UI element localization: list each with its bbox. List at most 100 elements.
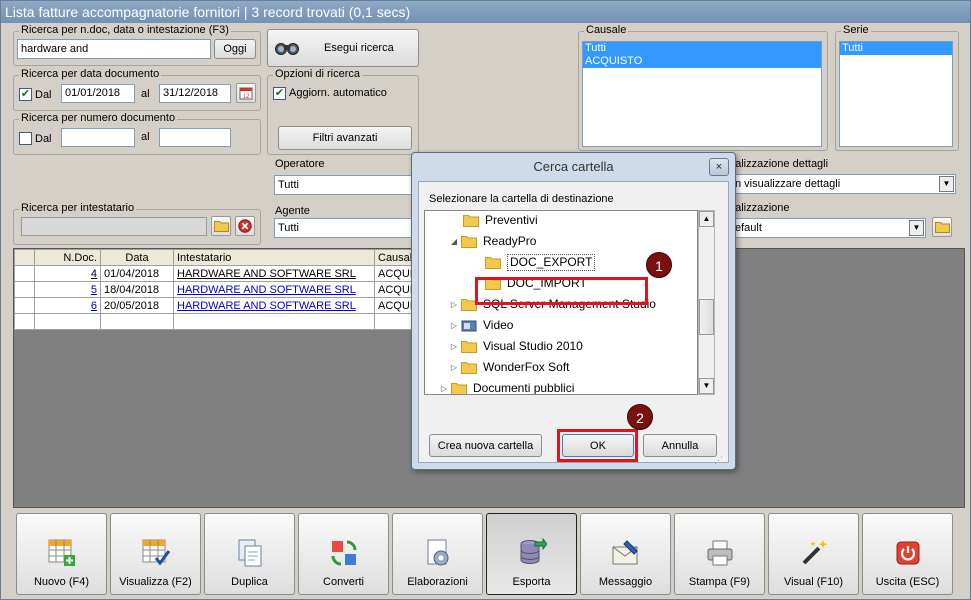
collapsed-arrow-icon[interactable]: ▷	[449, 336, 459, 357]
header-ndoc[interactable]: N.Doc.	[34, 249, 101, 266]
cell-ndoc[interactable]: 4	[34, 265, 101, 282]
collapsed-arrow-icon[interactable]: ▷	[449, 357, 459, 378]
folder-icon	[451, 383, 467, 394]
operator-select[interactable]: Tutti	[274, 175, 419, 195]
tree-item-documenti-pubblici[interactable]: ▷ Documenti pubblici	[441, 378, 574, 394]
cancel-button[interactable]: Annulla	[643, 434, 717, 457]
folder-icon	[461, 362, 477, 374]
folder-icon	[461, 341, 477, 353]
number-dal-checkbox[interactable]	[19, 132, 32, 145]
magic-wand-icon	[802, 540, 827, 565]
new-folder-button[interactable]: Crea nuova cartella	[429, 434, 542, 457]
tree-scrollbar[interactable]: ▲ ▼	[698, 210, 715, 395]
date-to-input[interactable]: 31/12/2018	[159, 84, 231, 103]
video-folder-icon	[461, 320, 477, 332]
cell-holder[interactable]: HARDWARE AND SOFTWARE SRL	[173, 297, 375, 314]
causale-option-acquisto[interactable]: ACQUISTO	[583, 55, 821, 68]
visual-button[interactable]: Visual (F10)	[768, 513, 859, 595]
scroll-thumb[interactable]	[699, 299, 714, 335]
number-from-input[interactable]	[61, 128, 135, 147]
holder-clear-button[interactable]	[235, 216, 255, 236]
table-row[interactable]: 5 18/04/2018 HARDWARE AND SOFTWARE SRL A…	[14, 281, 423, 298]
header-date[interactable]: Data	[100, 249, 174, 266]
collapsed-arrow-icon[interactable]: ▷	[439, 378, 449, 394]
cell-date: 18/04/2018	[100, 281, 174, 298]
view-value: efault	[735, 222, 762, 234]
cell-holder[interactable]: HARDWARE AND SOFTWARE SRL	[173, 281, 375, 298]
search-ndoc-input[interactable]: hardware and	[17, 39, 211, 59]
table-row[interactable]: 6 20/05/2018 HARDWARE AND SOFTWARE SRL A…	[14, 297, 423, 314]
message-button-label: Messaggio	[598, 576, 653, 588]
processing-button[interactable]: Elaborazioni	[392, 513, 483, 595]
advanced-filters-button[interactable]: Filtri avanzati	[278, 126, 412, 150]
date-dal-checkbox[interactable]: ✔	[19, 88, 32, 101]
print-button[interactable]: Stampa (F9)	[674, 513, 765, 595]
holder-link[interactable]: HARDWARE AND SOFTWARE SRL	[177, 284, 356, 296]
collapsed-arrow-icon[interactable]: ▷	[449, 315, 459, 336]
visual-button-label: Visual (F10)	[783, 576, 844, 588]
header-holder[interactable]: Intestatario	[173, 249, 375, 266]
tree-item-readypro[interactable]: ◢ ReadyPro	[451, 231, 536, 252]
export-button[interactable]: Esporta	[486, 513, 577, 595]
date-from-input[interactable]: 01/01/2018	[61, 84, 135, 103]
holder-browse-button[interactable]	[211, 216, 231, 236]
tree-item-wonderfox[interactable]: ▷ WonderFox Soft	[451, 357, 569, 378]
ndoc-link[interactable]: 4	[91, 268, 97, 280]
dialog-instruction: Selezionare la cartella di destinazione	[429, 193, 614, 205]
search-button[interactable]: Esegui ricerca	[267, 29, 419, 67]
folder-icon	[934, 222, 950, 233]
auto-update-checkbox[interactable]: ✔	[273, 87, 286, 100]
holder-link[interactable]: HARDWARE AND SOFTWARE SRL	[177, 268, 356, 280]
cell-ndoc[interactable]: 5	[34, 281, 101, 298]
tree-item-preventivi[interactable]: Preventivi	[463, 211, 538, 231]
causale-title: Causale	[584, 24, 629, 36]
cell-ndoc[interactable]: 6	[34, 297, 101, 314]
svg-text:12: 12	[243, 94, 250, 100]
cell-holder[interactable]: HARDWARE AND SOFTWARE SRL	[173, 265, 375, 282]
number-to-input[interactable]	[159, 128, 231, 147]
ndoc-link[interactable]: 6	[91, 300, 97, 312]
processing-icon	[427, 539, 448, 566]
ndoc-link[interactable]: 5	[91, 284, 97, 296]
collapsed-arrow-icon[interactable]: ▷	[449, 294, 459, 315]
search-date-title: Ricerca per data documento	[19, 68, 162, 80]
expanded-arrow-icon[interactable]: ◢	[449, 231, 459, 252]
dialog-close-button[interactable]: ×	[709, 158, 729, 176]
holder-link[interactable]: HARDWARE AND SOFTWARE SRL	[177, 300, 356, 312]
resize-grip-icon[interactable]: ⋰	[714, 455, 723, 466]
row-indicator	[14, 281, 35, 298]
agent-select[interactable]: Tutti	[274, 218, 419, 238]
view-button[interactable]: Visualizza (F2)	[110, 513, 201, 595]
scroll-down-icon[interactable]: ▼	[699, 378, 714, 394]
row-indicator	[14, 297, 35, 314]
new-button-label: Nuovo (F4)	[33, 576, 90, 588]
causale-listbox[interactable]: Tutti ACQUISTO	[582, 41, 822, 147]
processing-button-label: Elaborazioni	[407, 576, 468, 588]
view-grid-icon	[142, 539, 170, 566]
convert-button[interactable]: Converti	[298, 513, 389, 595]
view-folder-button[interactable]	[932, 217, 952, 237]
today-button[interactable]: Oggi	[214, 39, 256, 59]
scroll-up-icon[interactable]: ▲	[699, 211, 714, 227]
serie-option-tutti[interactable]: Tutti	[840, 42, 952, 55]
calendar-button[interactable]: 12	[236, 83, 256, 103]
table-row[interactable]: 4 01/04/2018 HARDWARE AND SOFTWARE SRL A…	[14, 265, 423, 282]
view-select[interactable]: efault ▼	[721, 218, 926, 238]
duplicate-button[interactable]: Duplica	[204, 513, 295, 595]
binoculars-icon	[275, 43, 299, 55]
duplicate-button-label: Duplica	[231, 576, 268, 588]
exit-button[interactable]: Uscita (ESC)	[862, 513, 953, 595]
new-button[interactable]: Nuovo (F4)	[16, 513, 107, 595]
date-dal-label: Dal	[35, 89, 52, 101]
tree-item-visual-studio[interactable]: ▷ Visual Studio 2010	[451, 336, 583, 357]
search-ndoc-title: Ricerca per n.doc, data o intestazione (…	[19, 24, 231, 36]
number-al-label: al	[141, 131, 150, 143]
serie-listbox[interactable]: Tutti	[839, 41, 953, 147]
tree-item-video[interactable]: ▷ Video	[451, 315, 514, 336]
causale-option-tutti[interactable]: Tutti	[583, 42, 821, 55]
envelope-icon	[612, 540, 638, 565]
message-button[interactable]: Messaggio	[580, 513, 671, 595]
folder-icon	[485, 257, 501, 269]
tree-item-doc-export[interactable]: DOC_EXPORT	[485, 252, 596, 273]
details-view-select[interactable]: n visualizzare dettagli ▼	[721, 174, 956, 194]
